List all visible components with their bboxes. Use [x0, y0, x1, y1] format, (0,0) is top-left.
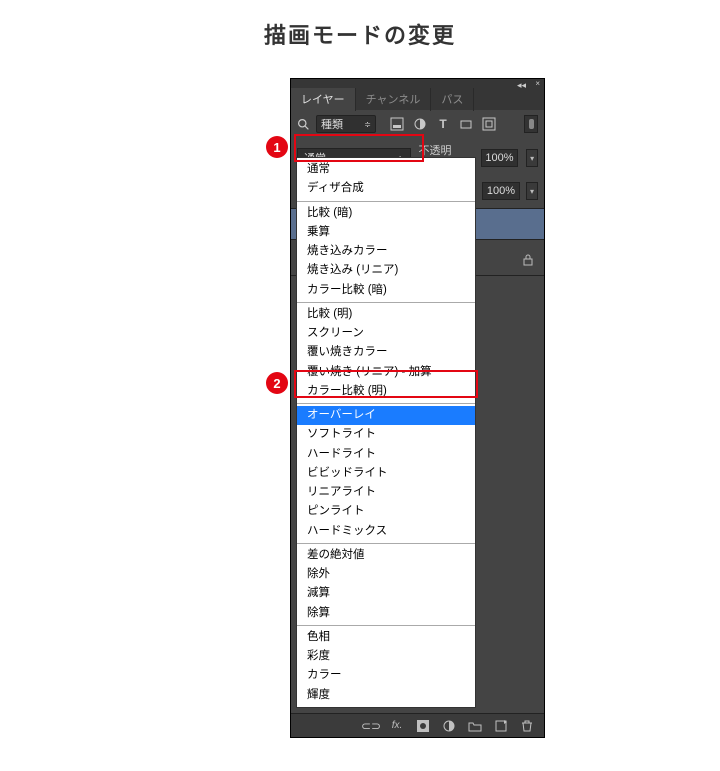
fill-field[interactable]: 100% [482, 182, 520, 200]
blend-mode-option[interactable]: ピンライト [297, 502, 475, 521]
new-layer-icon[interactable] [494, 719, 508, 733]
chevron-updown-icon: ≑ [364, 120, 371, 129]
filter-kind-select[interactable]: 種類 ≑ [316, 115, 376, 133]
blend-mode-option[interactable]: 焼き込みカラー [297, 242, 475, 261]
tab-paths[interactable]: パス [431, 87, 474, 111]
page-title: 描画モードの変更 [0, 0, 720, 70]
blend-mode-option[interactable]: 覆い焼きカラー [297, 343, 475, 362]
blend-mode-option[interactable]: 輝度 [297, 686, 475, 705]
blend-mode-option[interactable]: ソフトライト [297, 425, 475, 444]
blend-mode-option[interactable]: 比較 (暗) [297, 204, 475, 223]
filter-toggle[interactable] [524, 115, 538, 133]
blend-mode-option[interactable]: オーバーレイ [297, 406, 475, 425]
blend-mode-option[interactable]: スクリーン [297, 324, 475, 343]
filter-adjust-icon[interactable] [413, 117, 427, 131]
fill-stepper[interactable]: ▾ [526, 182, 538, 200]
mask-icon[interactable] [416, 719, 430, 733]
blend-mode-dropdown[interactable]: 通常ディザ合成比較 (暗)乗算焼き込みカラー焼き込み (リニア)カラー比較 (暗… [296, 157, 476, 708]
opacity-field[interactable]: 100% [481, 149, 518, 167]
lock-icon [522, 253, 534, 272]
blend-mode-option[interactable]: 差の絶対値 [297, 546, 475, 565]
filter-shape-icon[interactable] [459, 117, 473, 131]
tab-layers[interactable]: レイヤー [291, 87, 356, 111]
blend-mode-option[interactable]: 比較 (明) [297, 305, 475, 324]
collapse-icon[interactable]: ◂◂ [517, 80, 526, 91]
link-icon[interactable]: ⊂⊃ [364, 719, 378, 733]
blend-mode-option[interactable]: ハードミックス [297, 522, 475, 541]
adjustment-icon[interactable] [442, 719, 456, 733]
filter-kind-label: 種類 [321, 116, 343, 132]
blend-mode-option[interactable]: カラー [297, 666, 475, 685]
blend-mode-option[interactable]: 減算 [297, 584, 475, 603]
opacity-stepper[interactable]: ▾ [526, 149, 538, 167]
annotation-marker-1: 1 [266, 136, 288, 158]
search-icon[interactable] [297, 118, 310, 131]
trash-icon[interactable] [520, 719, 534, 733]
blend-mode-option[interactable]: 色相 [297, 628, 475, 647]
filter-row: 種類 ≑ T [291, 110, 544, 138]
annotation-marker-2: 2 [266, 372, 288, 394]
blend-mode-option[interactable]: ディザ合成 [297, 179, 475, 198]
blend-mode-option[interactable]: 彩度 [297, 647, 475, 666]
panel-header-bar: ◂◂ × [291, 79, 544, 88]
blend-mode-option[interactable]: 乗算 [297, 223, 475, 242]
blend-mode-option[interactable]: 通常 [297, 160, 475, 179]
fx-icon[interactable]: fx. [390, 719, 404, 733]
blend-mode-option[interactable]: 覆い焼き (リニア) - 加算 [297, 363, 475, 382]
blend-mode-option[interactable]: カラー比較 (明) [297, 382, 475, 401]
blend-mode-option[interactable]: リニアライト [297, 483, 475, 502]
close-icon[interactable]: × [535, 79, 540, 88]
blend-mode-option[interactable]: ビビッドライト [297, 464, 475, 483]
filter-pixel-icon[interactable] [390, 117, 404, 131]
blend-mode-option[interactable]: 除算 [297, 604, 475, 623]
filter-smart-icon[interactable] [482, 117, 496, 131]
panel-tabs: レイヤー チャンネル パス [291, 88, 544, 110]
panel-footer: ⊂⊃ fx. [291, 713, 544, 737]
group-icon[interactable] [468, 719, 482, 733]
filter-type-icon[interactable]: T [436, 117, 450, 131]
blend-mode-option[interactable]: ハードライト [297, 445, 475, 464]
blend-mode-option[interactable]: 焼き込み (リニア) [297, 261, 475, 280]
blend-mode-option[interactable]: カラー比較 (暗) [297, 281, 475, 300]
blend-mode-option[interactable]: 除外 [297, 565, 475, 584]
tab-channels[interactable]: チャンネル [356, 87, 432, 111]
